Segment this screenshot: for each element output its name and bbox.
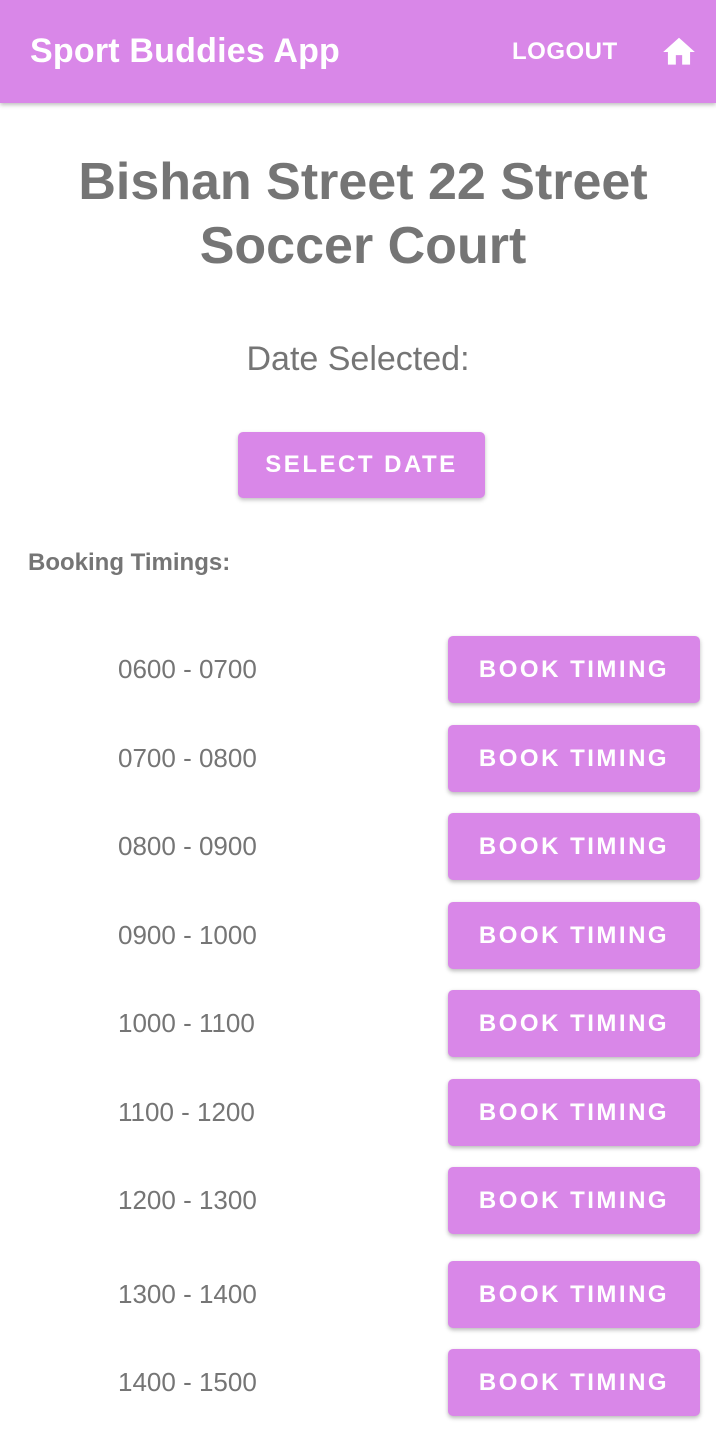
book-timing-button[interactable]: BOOK TIMING (448, 636, 700, 703)
slot-time: 0700 - 0800 (118, 743, 257, 773)
slot-time: 1400 - 1500 (118, 1367, 257, 1397)
slot-row: 1000 - 1100 BOOK TIMING (0, 990, 716, 1057)
slot-row: 1300 - 1400 BOOK TIMING (0, 1261, 716, 1328)
date-selected-label: Date Selected: (246, 340, 470, 378)
book-timing-button[interactable]: BOOK TIMING (448, 1079, 700, 1146)
slot-row: 0900 - 1000 BOOK TIMING (0, 902, 716, 969)
logout-button[interactable]: LOGOUT (512, 38, 618, 66)
slot-row: 1100 - 1200 BOOK TIMING (0, 1079, 716, 1146)
slot-time: 1200 - 1300 (118, 1185, 257, 1215)
court-title: Bishan Street 22 Street Soccer Court (78, 153, 648, 275)
app-title: Sport Buddies App (30, 32, 341, 70)
booking-timings-label: Booking Timings: (28, 549, 231, 576)
slot-row: 1400 - 1500 BOOK TIMING (0, 1349, 716, 1416)
book-timing-button[interactable]: BOOK TIMING (448, 1349, 700, 1416)
book-timing-button[interactable]: BOOK TIMING (448, 902, 700, 969)
book-timing-button[interactable]: BOOK TIMING (448, 1167, 700, 1234)
slot-row: 0800 - 0900 BOOK TIMING (0, 813, 716, 880)
slot-time: 1100 - 1200 (118, 1097, 255, 1127)
app-bar: Sport Buddies App LOGOUT (0, 0, 716, 103)
slot-row: 0600 - 0700 BOOK TIMING (0, 636, 716, 703)
slot-row: 1200 - 1300 BOOK TIMING (0, 1167, 716, 1234)
book-timing-button[interactable]: BOOK TIMING (448, 725, 700, 792)
book-timing-button[interactable]: BOOK TIMING (448, 1261, 700, 1328)
home-icon[interactable] (660, 33, 698, 71)
slot-row: 0700 - 0800 BOOK TIMING (0, 725, 716, 792)
slot-time: 0600 - 0700 (118, 654, 257, 684)
book-timing-button[interactable]: BOOK TIMING (448, 813, 700, 880)
select-date-button[interactable]: SELECT DATE (238, 432, 485, 498)
slot-time: 0800 - 0900 (118, 831, 257, 861)
book-timing-button[interactable]: BOOK TIMING (448, 990, 700, 1057)
slot-time: 1300 - 1400 (118, 1279, 257, 1309)
slot-time: 0900 - 1000 (118, 920, 257, 950)
slot-time: 1000 - 1100 (118, 1008, 255, 1038)
